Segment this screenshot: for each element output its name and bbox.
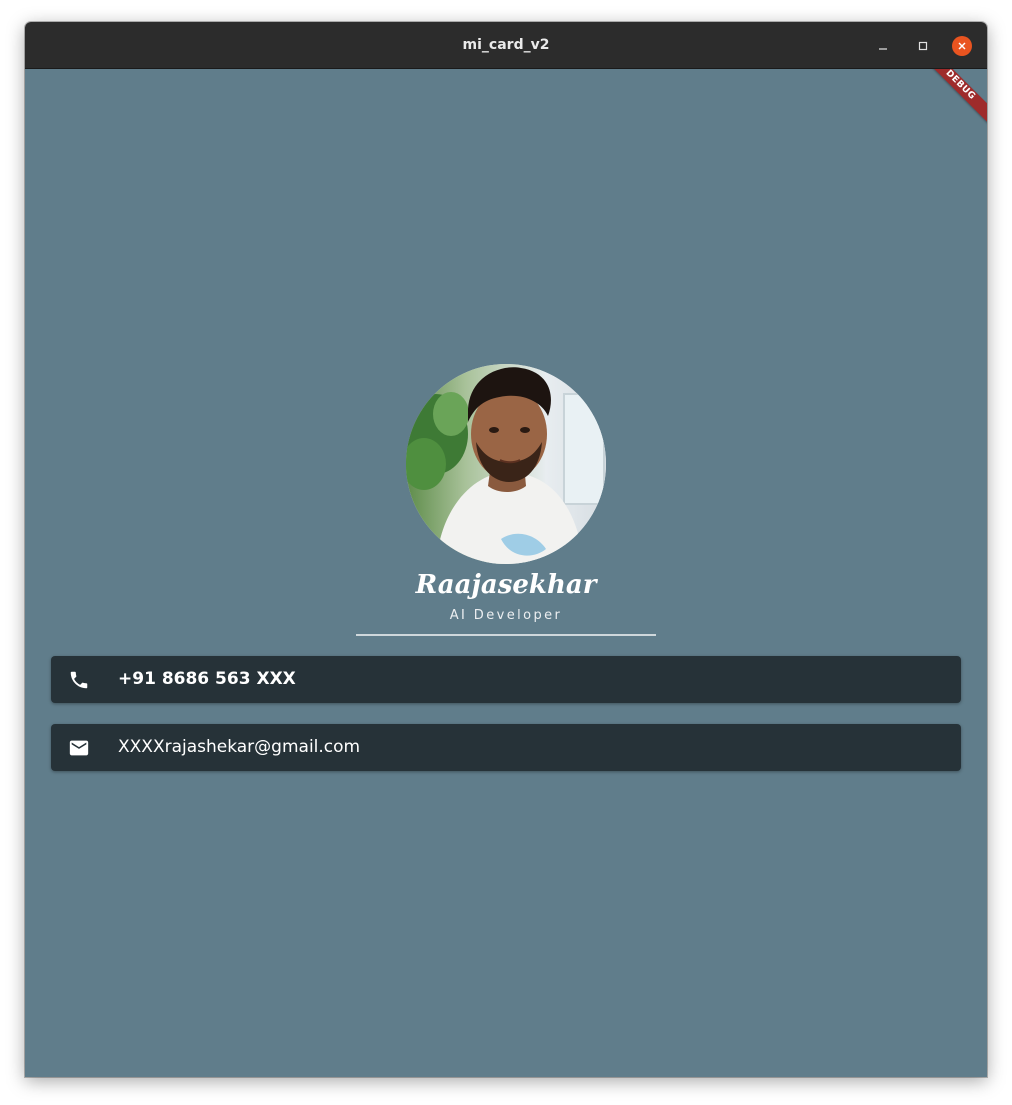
email-address: XXXXrajashekar@gmail.com bbox=[118, 737, 361, 757]
minimize-button[interactable] bbox=[873, 36, 893, 56]
title-bar[interactable]: mi_card_v2 bbox=[25, 22, 987, 69]
close-icon bbox=[958, 42, 966, 50]
debug-banner: DEBUG bbox=[912, 69, 987, 133]
maximize-icon bbox=[918, 41, 928, 51]
phone-icon bbox=[70, 671, 88, 689]
divider bbox=[356, 634, 656, 636]
close-button[interactable] bbox=[952, 36, 972, 56]
minimize-icon bbox=[879, 48, 887, 50]
avatar bbox=[406, 364, 606, 564]
maximize-button[interactable] bbox=[913, 36, 933, 56]
email-card[interactable]: XXXXrajashekar@gmail.com bbox=[51, 724, 961, 771]
profile-role: AI Developer bbox=[449, 608, 563, 623]
app-body: DEBUG Raajasekhar AI Developer +91 8686 … bbox=[25, 69, 987, 1077]
profile-name: Raajasekhar bbox=[415, 570, 597, 600]
window-title: mi_card_v2 bbox=[462, 37, 550, 53]
phone-number: +91 8686 563 XXX bbox=[118, 669, 296, 689]
phone-card[interactable]: +91 8686 563 XXX bbox=[51, 656, 961, 703]
mail-icon bbox=[69, 740, 89, 756]
profile-photo bbox=[406, 364, 606, 564]
app-window: mi_card_v2 DEBUG Raajasekhar AI Develope… bbox=[25, 22, 987, 1077]
